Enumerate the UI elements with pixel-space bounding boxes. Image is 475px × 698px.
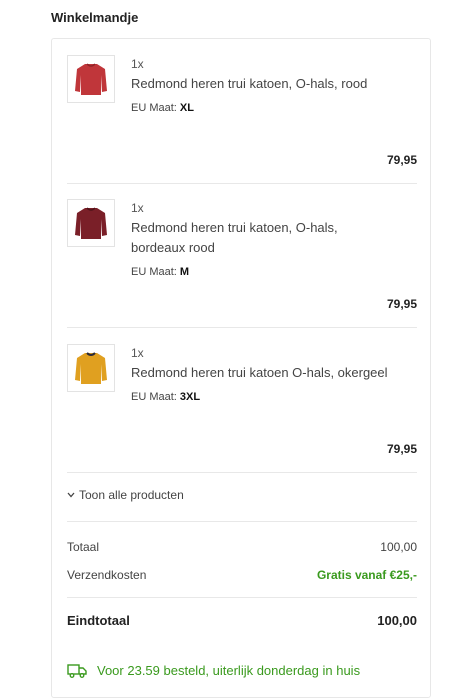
sweater-image-icon xyxy=(75,352,107,384)
delivery-note: Voor 23.59 besteld, uiterlijk donderdag … xyxy=(67,663,360,678)
item-size: EU Maat: M xyxy=(131,266,391,278)
grand-total-label: Eindtotaal xyxy=(67,613,130,628)
chevron-down-icon xyxy=(67,492,75,498)
size-label: EU Maat: xyxy=(131,266,177,278)
item-quantity: 1x xyxy=(131,346,144,360)
item-price: 79,95 xyxy=(386,297,417,311)
cart-panel: 1x Redmond heren trui katoen, O-hals, ro… xyxy=(51,38,431,698)
shipping-label: Verzendkosten xyxy=(67,568,147,582)
item-quantity: 1x xyxy=(131,201,144,215)
delivery-truck-icon xyxy=(67,663,87,678)
item-name[interactable]: Redmond heren trui katoen O-hals, okerge… xyxy=(131,363,391,383)
size-value: M xyxy=(179,266,190,278)
size-value: XL xyxy=(179,102,194,114)
grand-total-row: Eindtotaal 100,00 xyxy=(67,613,417,628)
item-name[interactable]: Redmond heren trui katoen, O-hals, borde… xyxy=(131,218,391,258)
divider xyxy=(67,327,417,328)
shipping-row: Verzendkosten Gratis vanaf €25,- xyxy=(67,568,417,582)
show-all-label: Toon alle producten xyxy=(79,488,184,502)
show-all-products-toggle[interactable]: Toon alle producten xyxy=(67,488,184,502)
item-name[interactable]: Redmond heren trui katoen, O-hals, rood xyxy=(131,74,391,94)
delivery-text: Voor 23.59 besteld, uiterlijk donderdag … xyxy=(97,663,361,678)
product-thumbnail[interactable] xyxy=(67,344,115,392)
size-value: 3XL xyxy=(179,391,201,403)
item-size: EU Maat: XL xyxy=(131,102,391,114)
sweater-image-icon xyxy=(75,207,107,239)
item-price: 79,95 xyxy=(386,153,417,167)
cart-title: Winkelmandje xyxy=(51,10,139,25)
size-label: EU Maat: xyxy=(131,391,177,403)
item-size: EU Maat: 3XL xyxy=(131,391,391,403)
subtotal-value: 100,00 xyxy=(380,540,417,554)
divider xyxy=(67,472,417,473)
product-thumbnail[interactable] xyxy=(67,199,115,247)
grand-total-value: 100,00 xyxy=(377,613,417,628)
item-quantity: 1x xyxy=(131,57,144,71)
size-label: EU Maat: xyxy=(131,102,177,114)
subtotal-row: Totaal 100,00 xyxy=(67,540,417,554)
item-price: 79,95 xyxy=(386,442,417,456)
divider xyxy=(67,521,417,522)
divider xyxy=(67,183,417,184)
product-thumbnail[interactable] xyxy=(67,55,115,103)
sweater-image-icon xyxy=(75,63,107,95)
divider xyxy=(67,597,417,598)
subtotal-label: Totaal xyxy=(67,540,100,554)
shipping-value: Gratis vanaf €25,- xyxy=(316,568,417,582)
